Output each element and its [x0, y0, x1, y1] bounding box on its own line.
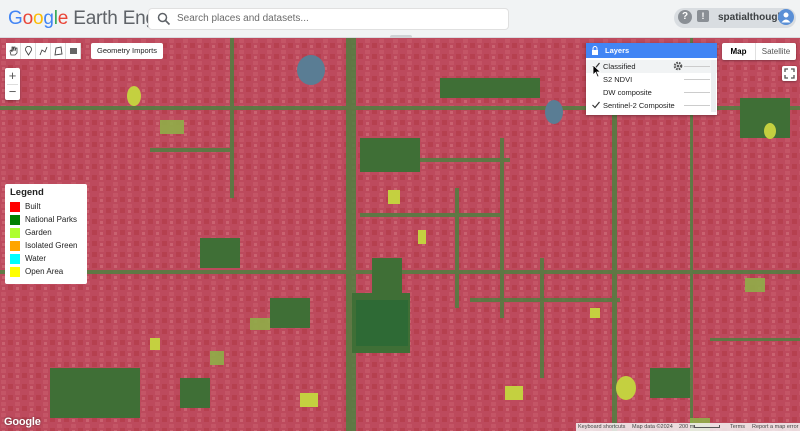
- legend-swatch-open-area: [10, 266, 20, 277]
- legend-swatch-national-parks: [10, 214, 20, 225]
- legend-swatch-garden: [10, 227, 20, 238]
- legend-label: Isolated Green: [25, 241, 78, 250]
- gear-icon[interactable]: [672, 60, 684, 72]
- layer-row-classified[interactable]: Classified: [586, 60, 717, 73]
- drawing-toolbar: [6, 43, 81, 59]
- opacity-slider[interactable]: [684, 105, 710, 106]
- legend-item: National Parks: [10, 213, 82, 226]
- legend-panel: Legend Built National Parks Garden Isola…: [5, 184, 87, 284]
- check-icon[interactable]: [591, 100, 601, 110]
- opacity-slider[interactable]: [684, 66, 710, 67]
- layer-scrollbar[interactable]: [711, 73, 716, 86]
- fullscreen-button[interactable]: [782, 66, 797, 81]
- layer-row-sentinel-2-composite[interactable]: Sentinel-2 Composite: [586, 99, 717, 112]
- marker-icon[interactable]: [21, 43, 36, 59]
- help-icon[interactable]: ?: [678, 10, 692, 24]
- layer-label: Classified: [603, 62, 636, 71]
- search-placeholder: Search places and datasets...: [177, 13, 309, 24]
- map-data-text: Map data ©2024: [632, 424, 673, 430]
- zoom-out-button[interactable]: −: [5, 84, 20, 100]
- layer-label: Sentinel-2 Composite: [603, 101, 675, 110]
- legend-swatch-water: [10, 253, 20, 264]
- legend-label: Garden: [25, 228, 52, 237]
- layer-row-s2-ndvi[interactable]: S2 NDVI: [586, 73, 717, 86]
- report-map-error-link[interactable]: Report a map error: [752, 423, 798, 431]
- polyline-icon[interactable]: [36, 43, 51, 59]
- map-type-map-button[interactable]: Map: [722, 43, 756, 60]
- map-attribution: Keyboard shortcuts Map data ©2024 200 m …: [576, 423, 800, 431]
- app-header: Google Earth Engine Search places and da…: [0, 0, 800, 39]
- google-logo[interactable]: Google: [4, 416, 41, 428]
- logo-google-text: Google: [8, 8, 69, 29]
- legend-title: Legend: [10, 187, 44, 198]
- layer-row-dw-composite[interactable]: DW composite: [586, 86, 717, 99]
- layer-scrollbar[interactable]: [711, 86, 716, 99]
- layer-label: S2 NDVI: [603, 75, 633, 84]
- feedback-icon[interactable]: !: [697, 10, 709, 22]
- legend-label: Water: [25, 254, 47, 263]
- fullscreen-icon: [784, 68, 795, 79]
- geometry-imports-button[interactable]: Geometry Imports: [91, 43, 164, 59]
- layers-title: Layers: [605, 46, 630, 55]
- keyboard-shortcuts-link[interactable]: Keyboard shortcuts: [578, 423, 625, 431]
- legend-item: Water: [10, 252, 82, 265]
- opacity-slider[interactable]: [684, 92, 710, 93]
- scale-label[interactable]: 200 m: [679, 423, 694, 431]
- mouse-cursor-icon: [592, 64, 602, 78]
- checkbox[interactable]: [591, 87, 601, 97]
- map-type-satellite-button[interactable]: Satellite: [756, 43, 796, 60]
- zoom-control: + −: [5, 68, 20, 100]
- legend-label: Built: [25, 202, 41, 211]
- legend-swatch-isolated-green: [10, 240, 20, 251]
- map-type-control: Map Satellite: [722, 43, 796, 60]
- legend-swatch-built: [10, 201, 20, 212]
- legend-item: Isolated Green: [10, 239, 82, 252]
- avatar-icon[interactable]: [778, 9, 794, 25]
- zoom-in-button[interactable]: +: [5, 68, 20, 84]
- legend-item: Garden: [10, 226, 82, 239]
- polygon-icon[interactable]: [51, 43, 66, 59]
- search-input[interactable]: Search places and datasets...: [148, 8, 509, 30]
- search-icon: [157, 12, 171, 26]
- legend-item: Open Area: [10, 265, 82, 278]
- layer-scrollbar[interactable]: [711, 60, 716, 73]
- legend-label: National Parks: [25, 215, 78, 224]
- legend-item: Built: [10, 200, 82, 213]
- layer-label: DW composite: [603, 88, 652, 97]
- hand-icon[interactable]: [6, 43, 21, 59]
- rectangle-icon[interactable]: [66, 43, 81, 59]
- opacity-slider[interactable]: [684, 79, 710, 80]
- layer-scrollbar[interactable]: [711, 99, 716, 112]
- layers-header[interactable]: Layers: [586, 43, 717, 58]
- layers-panel: Layers Classified S2 NDVI DW composite S…: [586, 43, 717, 115]
- legend-label: Open Area: [25, 267, 64, 276]
- scale-bar: [694, 425, 720, 428]
- lock-icon[interactable]: [591, 46, 599, 55]
- terms-link[interactable]: Terms: [730, 423, 745, 431]
